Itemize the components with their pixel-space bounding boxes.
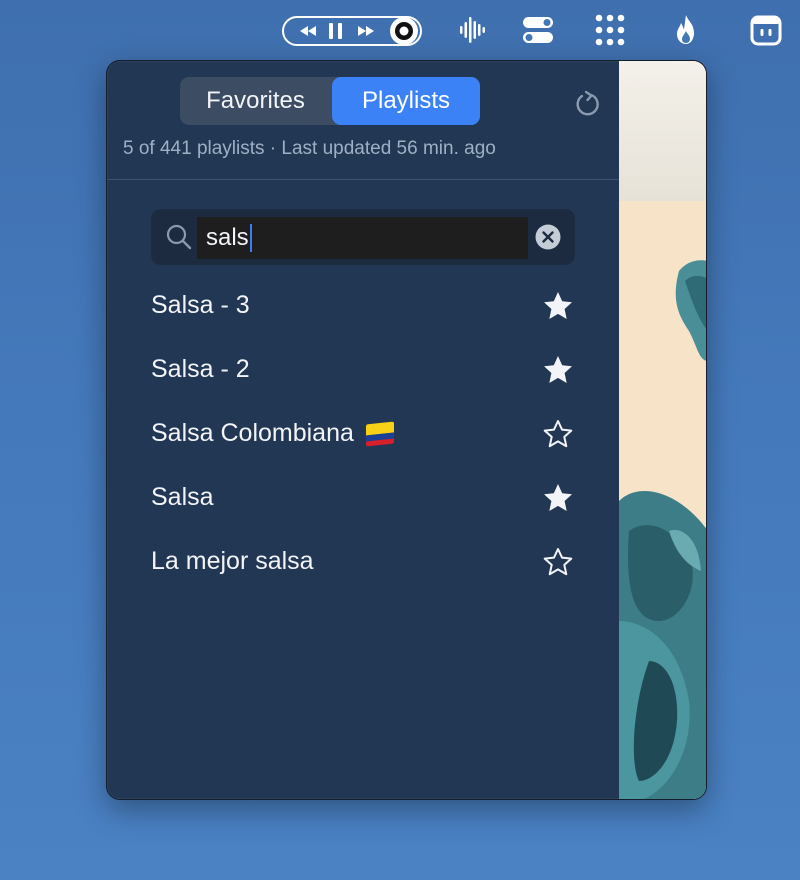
search-input[interactable]: sals: [197, 217, 528, 259]
search-bar: sals: [151, 209, 575, 265]
playlist-row[interactable]: Salsa: [107, 465, 619, 529]
tab-selector: Favorites Playlists: [180, 77, 480, 125]
colombia-flag-icon: [365, 421, 394, 446]
playlist-name: Salsa - 2: [151, 355, 250, 384]
star-filled-icon[interactable]: [542, 482, 574, 514]
playlists-popover: Favorites Playlists 5 of 441 playlists ·…: [106, 60, 707, 800]
status-text: 5 of 441 playlists · Last updated 56 min…: [123, 138, 496, 159]
clear-search-icon[interactable]: [534, 223, 562, 251]
record-dot-icon[interactable]: [390, 18, 418, 45]
tab-favorites[interactable]: Favorites: [180, 77, 331, 125]
playlist-row[interactable]: Salsa Colombiana: [107, 401, 619, 465]
search-input-value: sals: [206, 224, 249, 251]
star-filled-icon[interactable]: [542, 354, 574, 386]
rewind-icon[interactable]: [300, 26, 316, 36]
pause-icon[interactable]: [329, 23, 342, 39]
playlist-name-text: Salsa: [151, 483, 214, 511]
playlist-row[interactable]: Salsa - 3: [107, 273, 619, 337]
playlist-name: Salsa: [151, 483, 214, 512]
playlist-name: Salsa Colombiana: [151, 419, 394, 448]
menu-bar: [0, 0, 800, 60]
playlist-list: Salsa - 3 Salsa - 2 Salsa Colombiana Sal…: [107, 273, 619, 593]
flame-icon[interactable]: [668, 12, 704, 48]
text-caret: [249, 224, 252, 252]
dots-grid-icon[interactable]: [592, 12, 628, 48]
refresh-icon[interactable]: [573, 87, 603, 119]
playlist-name: Salsa - 3: [151, 291, 250, 320]
playlist-row[interactable]: La mejor salsa: [107, 529, 619, 593]
playlist-name-text: Salsa - 3: [151, 291, 250, 319]
playlists-panel: Favorites Playlists 5 of 441 playlists ·…: [107, 61, 619, 799]
waveform-icon[interactable]: [454, 12, 490, 48]
tab-playlists[interactable]: Playlists: [332, 77, 480, 125]
star-filled-icon[interactable]: [542, 290, 574, 322]
search-icon: [165, 223, 193, 251]
robot-face-icon[interactable]: [748, 12, 784, 48]
divider: [107, 179, 619, 180]
playlist-row[interactable]: Salsa - 2: [107, 337, 619, 401]
fast-forward-icon[interactable]: [358, 26, 374, 36]
playlist-name-text: La mejor salsa: [151, 547, 314, 575]
playlist-name-text: Salsa - 2: [151, 355, 250, 383]
playlist-name-text: Salsa Colombiana: [151, 419, 354, 447]
star-outline-icon[interactable]: [542, 546, 574, 578]
media-controls[interactable]: [282, 16, 422, 46]
star-outline-icon[interactable]: [542, 418, 574, 450]
toggle-switches-icon[interactable]: [520, 12, 556, 48]
album-artwork: [619, 61, 706, 799]
playlist-name: La mejor salsa: [151, 547, 314, 576]
